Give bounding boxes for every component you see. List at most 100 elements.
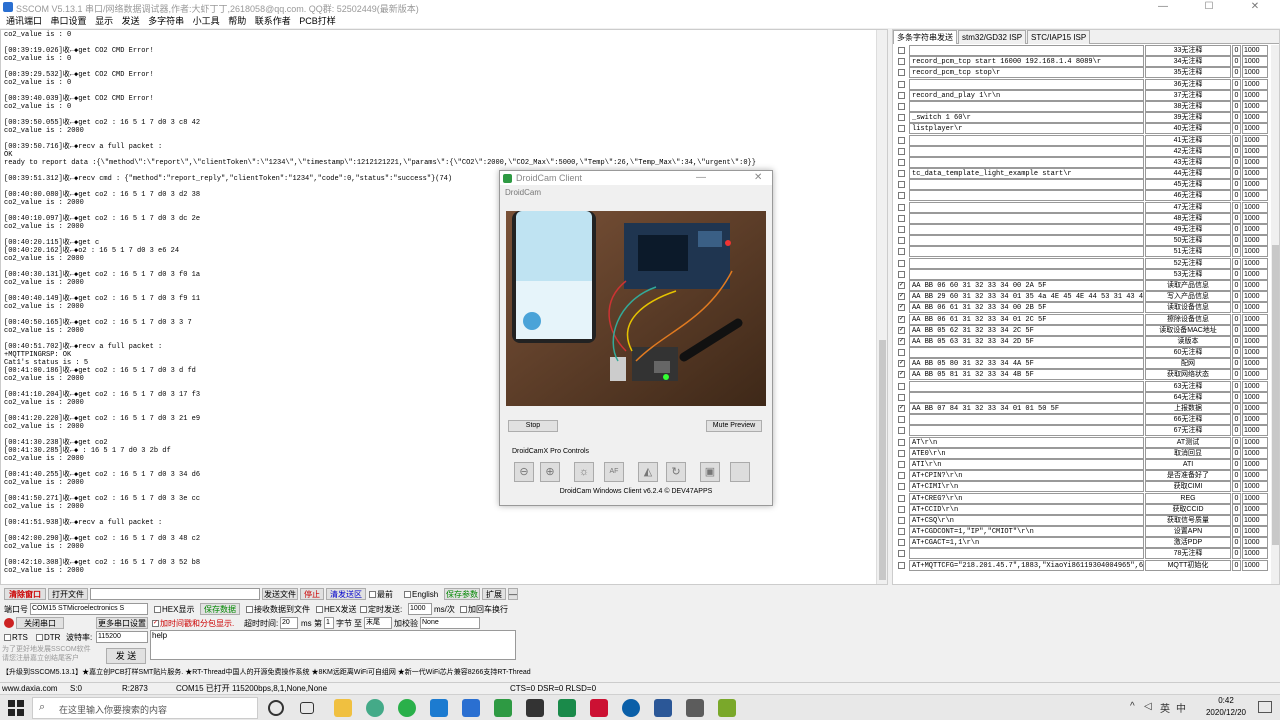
row-command-input[interactable]: AT+CSQ\r\n (909, 514, 1144, 526)
row-command-input[interactable] (909, 156, 1144, 168)
app-icon-red[interactable] (590, 699, 608, 717)
row-checkbox[interactable] (898, 561, 905, 569)
row-command-input[interactable] (909, 201, 1144, 213)
row-checkbox[interactable] (898, 438, 905, 446)
row-send-button[interactable]: ATI (1145, 458, 1231, 470)
row-checkbox[interactable]: ✓ (898, 337, 905, 345)
row-delay-input[interactable]: 1000 (1242, 168, 1268, 180)
app-icon-blue[interactable] (622, 699, 640, 717)
row-checkbox[interactable] (898, 125, 905, 133)
maximize-button[interactable]: ☐ (1186, 0, 1232, 14)
row-send-button[interactable]: 67无注释 (1145, 425, 1231, 437)
row-checkbox[interactable] (898, 505, 905, 513)
english-checkbox[interactable]: English (404, 589, 438, 600)
row-order-input[interactable]: 0 (1232, 458, 1241, 470)
row-order-input[interactable]: 0 (1232, 425, 1241, 437)
app-icon-lime[interactable] (718, 699, 736, 717)
row-send-button[interactable]: 48无注释 (1145, 212, 1231, 224)
row-command-input[interactable]: AT\r\n (909, 436, 1144, 448)
row-send-button[interactable]: 获取信号质量 (1145, 514, 1231, 526)
row-order-input[interactable]: 0 (1232, 224, 1241, 235)
row-order-input[interactable]: 0 (1232, 436, 1241, 448)
row-command-input[interactable] (909, 235, 1144, 247)
hex-send-checkbox[interactable]: HEX发送 (316, 604, 356, 615)
row-order-input[interactable]: 0 (1232, 56, 1241, 68)
row-delay-input[interactable]: 1000 (1242, 559, 1268, 571)
row-checkbox[interactable] (898, 214, 905, 222)
row-order-input[interactable]: 0 (1232, 257, 1241, 269)
row-send-button[interactable]: 53无注释 (1145, 268, 1231, 280)
row-send-button[interactable]: 35无注释 (1145, 67, 1231, 79)
row-delay-input[interactable]: 1000 (1242, 246, 1268, 258)
row-order-input[interactable]: 0 (1232, 268, 1241, 280)
row-command-input[interactable] (909, 246, 1144, 258)
row-order-input[interactable]: 0 (1232, 123, 1241, 135)
log-scroll-thumb[interactable] (879, 340, 886, 580)
row-command-input[interactable] (909, 190, 1144, 202)
row-delay-input[interactable]: 1000 (1242, 436, 1268, 448)
row-delay-input[interactable]: 1000 (1242, 235, 1268, 247)
row-command-input[interactable]: AT+CGACT=1,1\r\n (909, 537, 1144, 549)
add-crlf-checkbox[interactable]: 加回车换行 (460, 604, 508, 615)
close-port-button[interactable]: 关闭串口 (16, 617, 64, 629)
row-checkbox[interactable] (898, 460, 905, 468)
port-select[interactable]: COM15 STMicroelectronics S (30, 603, 148, 615)
menu-item-port[interactable]: 通讯端口 (6, 14, 42, 28)
row-command-input[interactable]: tc_data_template_light_example start\r (909, 168, 1144, 180)
row-checkbox[interactable] (898, 114, 905, 122)
save-params-button[interactable]: 保存参数 (444, 588, 480, 600)
row-send-button[interactable]: 读取产品信息 (1145, 279, 1231, 291)
row-send-button[interactable]: 49无注释 (1145, 224, 1231, 235)
timed-send-checkbox[interactable]: 定时发送: (360, 604, 402, 615)
terminal-icon[interactable] (526, 699, 544, 717)
row-delay-input[interactable]: 1000 (1242, 403, 1268, 414)
taskbar-search-box[interactable]: ⌕ 在这里输入你要搜索的内容 (32, 697, 258, 719)
row-order-input[interactable]: 0 (1232, 235, 1241, 247)
row-checkbox[interactable] (898, 472, 905, 480)
screenshot-icon[interactable] (730, 462, 750, 482)
row-command-input[interactable]: record_pcm_tcp stop\r (909, 67, 1144, 79)
interval-input[interactable]: 1000 (408, 603, 432, 615)
row-delay-input[interactable]: 1000 (1242, 447, 1268, 459)
row-order-input[interactable]: 0 (1232, 380, 1241, 392)
row-delay-input[interactable]: 1000 (1242, 212, 1268, 224)
more-settings-button[interactable]: 更多串口设置 (96, 617, 148, 629)
row-command-input[interactable] (909, 134, 1144, 146)
mute-preview-button[interactable]: Mute Preview (706, 420, 762, 432)
row-send-button[interactable]: AT测试 (1145, 436, 1231, 448)
send-input[interactable]: help (150, 630, 516, 660)
row-send-button[interactable]: 38无注释 (1145, 100, 1231, 112)
news-ticker[interactable]: 【升级到SSCOM5.13.1】★嘉立创PCB打样SMT贴片服务. ★RT-Th… (2, 668, 531, 678)
row-order-input[interactable]: 0 (1232, 134, 1241, 146)
clock-time[interactable]: 0:42 (1208, 696, 1244, 705)
row-delay-input[interactable]: 1000 (1242, 112, 1268, 124)
row-checkbox[interactable] (898, 539, 905, 547)
row-command-input[interactable]: AT+MQTTCFG="218.201.45.7",1883,"XiaoYi86… (909, 559, 1144, 571)
task-view-icon[interactable] (300, 702, 314, 714)
row-command-input[interactable]: AA BB 05 80 31 32 33 34 4A 5F (909, 358, 1144, 370)
row-delay-input[interactable]: 1000 (1242, 335, 1268, 347)
row-delay-input[interactable]: 1000 (1242, 78, 1268, 90)
clear-send-button[interactable]: 清发送区 (326, 588, 366, 600)
droidcam-close-icon[interactable]: ✕ (754, 172, 762, 183)
row-send-button[interactable]: 写入产品信息 (1145, 291, 1231, 303)
row-checkbox[interactable] (898, 483, 905, 491)
row-delay-input[interactable]: 1000 (1242, 548, 1268, 560)
row-command-input[interactable] (909, 425, 1144, 437)
row-delay-input[interactable]: 1000 (1242, 492, 1268, 504)
row-command-input[interactable] (909, 100, 1144, 112)
row-command-input[interactable]: ATI\r\n (909, 458, 1144, 470)
row-command-input[interactable]: ATE0\r\n (909, 447, 1144, 459)
row-delay-input[interactable]: 1000 (1242, 503, 1268, 515)
row-command-input[interactable]: AT+CIMI\r\n (909, 481, 1144, 493)
menu-item-help[interactable]: 帮助 (228, 14, 246, 28)
row-send-button[interactable]: 51无注释 (1145, 246, 1231, 258)
row-checkbox[interactable] (898, 416, 905, 424)
recv-to-file-checkbox[interactable]: 接收数据到文件 (246, 604, 310, 615)
row-send-button[interactable]: 设置APN (1145, 526, 1231, 538)
row-delay-input[interactable]: 1000 (1242, 145, 1268, 157)
row-order-input[interactable]: 0 (1232, 403, 1241, 414)
status-site-link[interactable]: www.daxia.com (2, 683, 58, 694)
row-delay-input[interactable]: 1000 (1242, 369, 1268, 381)
row-delay-input[interactable]: 1000 (1242, 481, 1268, 493)
